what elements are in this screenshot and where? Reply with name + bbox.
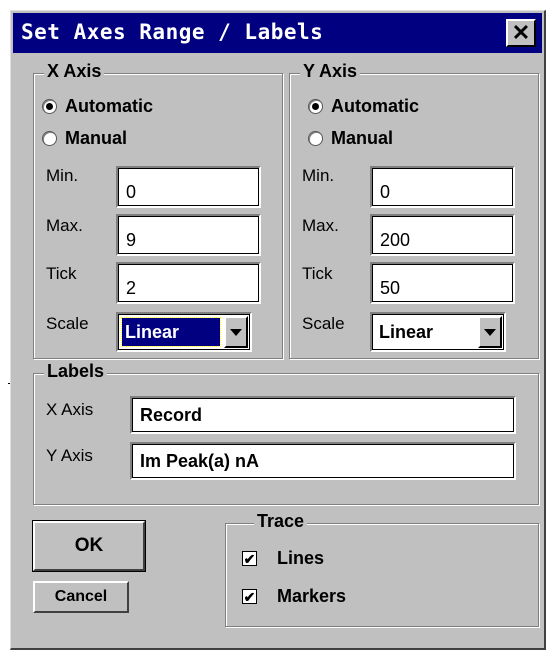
lines-label: Lines xyxy=(277,548,325,568)
y-min-label: Min. xyxy=(302,166,335,185)
x-manual-radio[interactable]: Manual xyxy=(42,128,127,149)
y-manual-label: Manual xyxy=(331,128,394,148)
y-max-label: Max. xyxy=(302,216,339,235)
x-scale-select[interactable]: Linear xyxy=(116,312,252,352)
close-button[interactable]: ✕ xyxy=(506,19,536,47)
y-max-value: 200 xyxy=(380,230,411,250)
trace-group-label: Trace xyxy=(254,511,308,532)
x-tick-label: Tick xyxy=(46,264,77,283)
set-axes-dialog: Set Axes Range / Labels ✕ X Axis Automat… xyxy=(10,10,546,650)
x-max-input[interactable]: 9 xyxy=(116,214,261,256)
y-axis-label-input[interactable]: Im Peak(a) nA xyxy=(130,442,516,480)
x-min-value: 0 xyxy=(126,182,137,202)
chevron-down-icon xyxy=(230,328,242,336)
markers-check-icon: ✔ xyxy=(242,588,257,605)
x-tick-value: 2 xyxy=(126,278,137,298)
chevron-down-icon xyxy=(484,328,496,336)
lines-checkbox[interactable]: ✔ Lines xyxy=(242,548,324,569)
x-max-label: Max. xyxy=(46,216,83,235)
y-axis-label-caption: Y Axis xyxy=(46,446,93,465)
x-axis-group-label: X Axis xyxy=(44,61,105,82)
title-bar[interactable]: Set Axes Range / Labels ✕ xyxy=(13,13,542,53)
y-max-input[interactable]: 200 xyxy=(370,214,515,256)
markers-checkbox[interactable]: ✔ Markers xyxy=(242,586,346,607)
x-min-label: Min. xyxy=(46,166,79,185)
y-scale-label: Scale xyxy=(302,314,345,333)
x-manual-radio-circle-icon xyxy=(42,131,57,146)
y-axis-group-label: Y Axis xyxy=(300,61,361,82)
y-tick-value: 50 xyxy=(380,278,401,298)
y-scale-dropdown-button[interactable] xyxy=(478,316,502,348)
x-scale-value: Linear xyxy=(121,317,221,347)
labels-group: Labels X Axis Record Y Axis Im Peak(a) n… xyxy=(33,361,539,505)
cancel-button[interactable]: Cancel xyxy=(33,581,129,613)
y-scale-select[interactable]: Linear xyxy=(370,312,506,352)
trace-group: Trace ✔ Lines ✔ Markers xyxy=(225,511,539,627)
lines-check-icon: ✔ xyxy=(242,550,257,567)
y-scale-value: Linear xyxy=(379,321,434,342)
close-icon: ✕ xyxy=(511,20,531,45)
y-automatic-radio-dot-icon xyxy=(308,99,323,114)
y-automatic-radio[interactable]: Automatic xyxy=(308,96,419,117)
y-min-input[interactable]: 0 xyxy=(370,166,515,208)
x-axis-label-input[interactable]: Record xyxy=(130,396,516,434)
x-automatic-radio-dot-icon xyxy=(42,99,57,114)
x-axis-label-caption: X Axis xyxy=(46,400,94,419)
x-automatic-label: Automatic xyxy=(65,96,154,116)
x-tick-input[interactable]: 2 xyxy=(116,262,261,304)
x-min-input[interactable]: 0 xyxy=(116,166,261,208)
x-axis-label-value: Record xyxy=(140,404,203,425)
x-manual-label: Manual xyxy=(65,128,128,148)
y-tick-input[interactable]: 50 xyxy=(370,262,515,304)
x-max-value: 9 xyxy=(126,230,137,250)
y-automatic-label: Automatic xyxy=(331,96,420,116)
ok-button[interactable]: OK xyxy=(32,520,146,572)
y-manual-radio-circle-icon xyxy=(308,131,323,146)
markers-label: Markers xyxy=(277,586,347,606)
x-axis-group: X Axis Automatic Manual Min. 0 Max. 9 Ti… xyxy=(33,61,283,359)
y-min-value: 0 xyxy=(380,182,391,202)
labels-group-label: Labels xyxy=(44,361,108,382)
x-automatic-radio[interactable]: Automatic xyxy=(42,96,153,117)
y-tick-label: Tick xyxy=(302,264,333,283)
y-axis-label-value: Im Peak(a) nA xyxy=(140,450,260,471)
y-manual-radio[interactable]: Manual xyxy=(308,128,393,149)
x-scale-dropdown-button[interactable] xyxy=(224,316,248,348)
dialog-title: Set Axes Range / Labels xyxy=(21,20,324,44)
y-axis-group: Y Axis Automatic Manual Min. 0 Max. 200 … xyxy=(289,61,539,359)
x-scale-label: Scale xyxy=(46,314,89,333)
